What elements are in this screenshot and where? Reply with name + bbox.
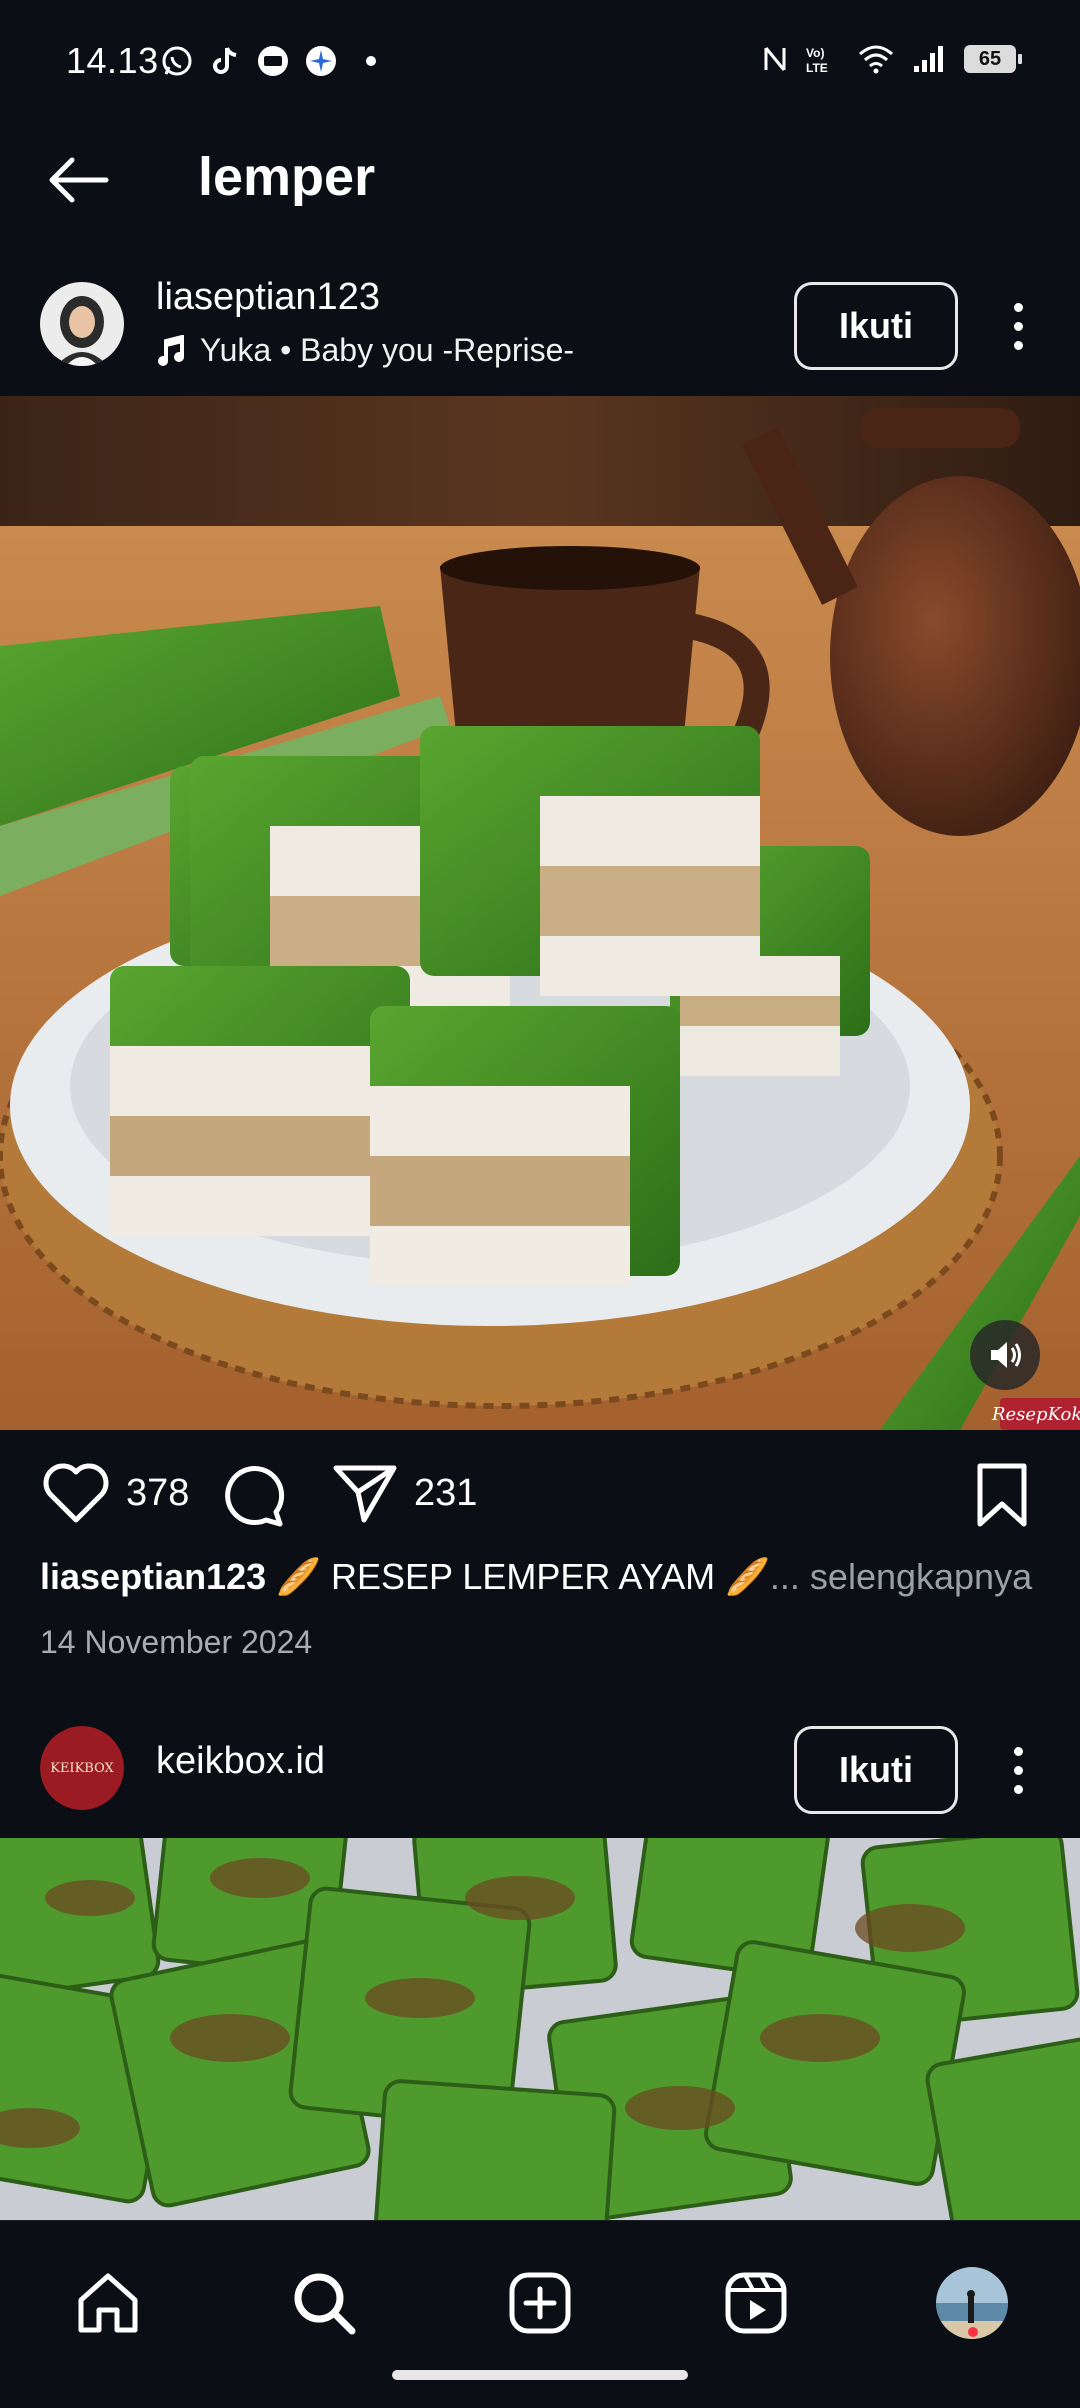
lemper-food-photo	[0, 396, 1080, 1430]
nav-home[interactable]	[68, 2263, 148, 2343]
whatsapp-icon	[162, 46, 192, 76]
svg-text:LTE: LTE	[806, 61, 828, 74]
share-action[interactable]: 231	[332, 1462, 477, 1524]
share-count: 231	[414, 1471, 478, 1514]
home-indicator[interactable]	[392, 2370, 688, 2380]
more-options-button[interactable]	[1000, 1726, 1036, 1814]
battery-icon: 65	[964, 45, 1022, 73]
status-bar: 14.13 Vo) LTE 65	[0, 0, 1080, 120]
post-header: liaseptian123 Yuka • Baby you -Reprise- …	[0, 256, 1080, 396]
music-info[interactable]: Yuka • Baby you -Reprise-	[156, 332, 574, 369]
reels-icon	[725, 2272, 787, 2334]
more-notifications-dot	[366, 56, 376, 66]
see-more-link[interactable]: ... selengkapnya	[770, 1556, 1032, 1597]
post-caption[interactable]: liaseptian123 🥖 RESEP LEMPER AYAM 🥖... s…	[40, 1556, 1050, 1598]
top-nav: lemper	[0, 120, 1080, 240]
keikbox-logo: KEIKBOX	[40, 1726, 124, 1810]
avatar[interactable]: KEIKBOX	[40, 1726, 124, 1810]
page-title: lemper	[198, 147, 376, 207]
signal-icon	[914, 46, 943, 72]
send-icon	[333, 1465, 397, 1523]
follow-button[interactable]: Ikuti	[794, 1726, 958, 1814]
comment-icon	[225, 1466, 285, 1527]
message-app-icon	[258, 46, 288, 76]
follow-button[interactable]: Ikuti	[794, 282, 958, 370]
nav-reels[interactable]	[716, 2263, 796, 2343]
more-options-button[interactable]	[1000, 282, 1036, 370]
grilled-lemper-photo	[0, 1838, 1080, 2220]
post-action-bar: 378 231	[0, 1430, 1080, 1560]
mute-toggle-button[interactable]	[970, 1320, 1040, 1390]
like-count: 378	[126, 1471, 190, 1514]
post-date: 14 November 2024	[40, 1624, 313, 1660]
nfc-icon	[764, 47, 786, 71]
status-system-icons: Vo) LTE 65	[762, 44, 1022, 74]
avatar[interactable]	[40, 282, 124, 366]
volte-icon: Vo)LTE	[806, 46, 828, 74]
post-image[interactable]: ResepKoki	[0, 396, 1080, 1430]
caption-username[interactable]: liaseptian123	[40, 1556, 266, 1597]
profile-notification-dot	[968, 2327, 978, 2337]
post-header-2: KEIKBOX keikbox.id Ikuti	[0, 1698, 1080, 1838]
tiktok-icon	[213, 47, 237, 74]
comment-action[interactable]	[220, 1462, 286, 1528]
nav-search[interactable]	[284, 2263, 364, 2343]
home-icon	[78, 2273, 138, 2333]
wifi-icon	[859, 45, 893, 74]
caption-text: 🥖 RESEP LEMPER AYAM 🥖	[266, 1556, 770, 1597]
bookmark-icon	[977, 1463, 1027, 1527]
search-icon	[294, 2273, 356, 2335]
svg-text:Vo): Vo)	[806, 46, 824, 60]
instagram-explore-screen: 14.13 Vo) LTE 65 lemper liaseptian123 Yu…	[0, 0, 1080, 2408]
user-avatar-image	[40, 282, 124, 366]
save-action[interactable]	[974, 1462, 1030, 1528]
nav-create[interactable]	[500, 2263, 580, 2343]
photo-watermark: ResepKoki	[992, 1398, 1080, 1430]
create-icon	[509, 2272, 571, 2334]
post-username[interactable]: keikbox.id	[156, 1740, 325, 1783]
post-image-2[interactable]	[0, 1838, 1080, 2220]
heart-icon	[43, 1463, 109, 1523]
post-username[interactable]: liaseptian123	[156, 276, 380, 319]
back-arrow-icon	[49, 157, 109, 203]
music-label: Yuka • Baby you -Reprise-	[200, 332, 575, 368]
status-time: 14.13	[66, 40, 159, 81]
music-note-icon	[158, 334, 184, 366]
keikbox-logo-text: KEIKBOX	[50, 1761, 114, 1776]
back-button[interactable]	[40, 142, 116, 218]
speaker-icon	[991, 1342, 1021, 1368]
status-notification-icons	[160, 44, 376, 78]
like-action[interactable]: 378	[42, 1462, 189, 1524]
browser-app-icon	[306, 46, 336, 76]
